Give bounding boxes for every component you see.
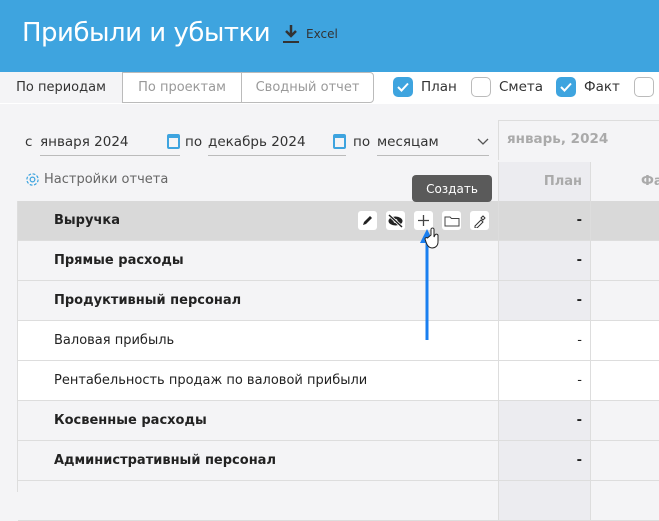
tab-summary-report[interactable]: Сводный отчет (241, 72, 374, 103)
row-fact-value (590, 281, 659, 320)
checkbox-fact[interactable]: Факт (556, 77, 620, 97)
table-row[interactable]: Административный персонал - (18, 441, 659, 481)
eyedropper-icon (474, 214, 486, 228)
date-to-input[interactable]: декабрь 2024 (208, 128, 346, 156)
row-fact-value (590, 481, 659, 520)
table-row[interactable]: Продуктивный персонал - (18, 281, 659, 321)
checkbox-checked-icon (556, 77, 576, 97)
row-label (18, 481, 498, 520)
download-icon (283, 25, 299, 43)
table-row[interactable]: Выручка - (18, 201, 659, 241)
hide-button[interactable] (386, 211, 405, 230)
checkbox-label: Факт (584, 79, 620, 95)
eye-off-icon (387, 213, 404, 228)
row-fact-value (590, 201, 659, 240)
row-plan-value: - (498, 281, 590, 320)
checkbox-label: Смета (499, 79, 544, 95)
checkbox-unchecked-icon (634, 77, 654, 97)
row-plan-value: - (498, 401, 590, 440)
excel-label: Excel (306, 27, 338, 41)
report-settings-label: Настройки отчета (44, 172, 169, 187)
checkbox-plan[interactable]: План (393, 77, 457, 97)
checkbox-estimate[interactable]: Смета (471, 77, 543, 97)
tab-by-periods[interactable]: По периодам (0, 72, 122, 103)
row-fact-value (590, 441, 659, 480)
fact-column-header: Факт (590, 162, 659, 201)
checkbox-label: План (421, 79, 457, 95)
grouping-select[interactable]: месяцам (377, 128, 489, 156)
gear-icon (26, 173, 39, 186)
row-plan-value: - (498, 441, 590, 480)
checkbox-checked-icon (393, 77, 413, 97)
table-row[interactable]: Косвенные расходы - (18, 401, 659, 441)
excel-export-button[interactable]: Excel (282, 24, 338, 44)
checkbox-extra[interactable] (634, 77, 654, 97)
row-gutter (0, 201, 18, 492)
period-header: январь, 2024 (498, 120, 659, 160)
page-title: Прибыли и убытки (22, 18, 271, 48)
grouping-value: месяцам (377, 133, 439, 150)
table-row[interactable]: Прямые расходы - (18, 241, 659, 281)
table-row[interactable] (18, 481, 659, 521)
row-label: Административный персонал (54, 453, 276, 468)
row-fact-value (590, 241, 659, 280)
to-label: по (185, 134, 203, 150)
folder-icon (444, 216, 459, 226)
tooltip: Создать (412, 175, 492, 202)
row-plan-value: - (498, 201, 590, 240)
pencil-icon (363, 216, 372, 225)
calendar-icon[interactable] (333, 134, 346, 149)
from-label: с (25, 134, 33, 150)
date-from-value: января 2024 (40, 133, 129, 150)
plan-column-header: План (498, 162, 590, 201)
chevron-down-icon (477, 138, 489, 145)
checkbox-unchecked-icon (471, 77, 491, 97)
row-plan-value: - (498, 241, 590, 280)
annotation-arrow-icon (420, 227, 439, 340)
row-fact-value (590, 401, 659, 440)
edit-button[interactable] (358, 211, 377, 230)
row-label: Косвенные расходы (54, 413, 207, 428)
table-row[interactable]: Рентабельность продаж по валовой прибыли… (18, 361, 659, 401)
date-to-value: декабрь 2024 (208, 133, 306, 150)
row-plan-value (498, 481, 590, 520)
tab-by-projects[interactable]: По проектам (122, 72, 242, 103)
row-plan-value: - (498, 361, 590, 400)
by-label: по (353, 134, 371, 150)
row-fact-value (590, 321, 659, 360)
row-label: Рентабельность продаж по валовой прибыли (54, 373, 368, 388)
date-from-input[interactable]: января 2024 (40, 128, 180, 156)
report-settings-button[interactable]: Настройки отчета (25, 172, 168, 187)
table-row[interactable]: Валовая прибыль - (18, 321, 659, 361)
row-fact-value (590, 361, 659, 400)
calendar-icon[interactable] (167, 134, 180, 149)
eyedropper-button[interactable] (470, 211, 489, 230)
view-tabs: По периодам По проектам Сводный отчет Пл… (0, 72, 659, 104)
header: Прибыли и убытки Excel (0, 0, 659, 72)
row-plan-value: - (498, 321, 590, 360)
